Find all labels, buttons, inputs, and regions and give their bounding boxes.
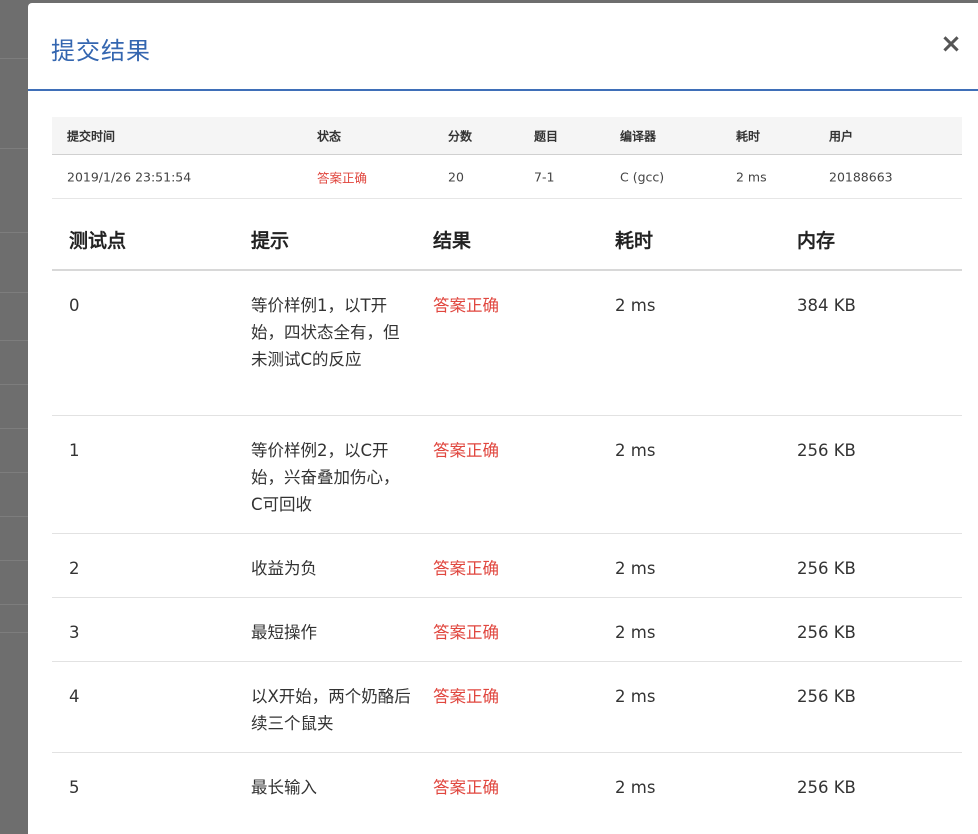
case-hint: 最长输入 [251, 778, 317, 797]
case-memory: 256 KB [797, 623, 856, 642]
case-result: 答案正确 [433, 778, 499, 797]
case-hint: 收益为负 [251, 559, 317, 578]
user-id: 20188663 [829, 169, 893, 184]
header-submit-time: 提交时间 [67, 129, 116, 143]
table-row: 4 以X开始，两个奶酪后续三个鼠夹 答案正确 2 ms 256 KB [52, 662, 962, 753]
backdrop-divider [0, 340, 28, 341]
case-hint: 等价样例1，以T开始，四状态全有，但未测试C的反应 [251, 296, 400, 369]
case-time: 2 ms [615, 296, 656, 315]
case-memory: 256 KB [797, 687, 856, 706]
case-time: 2 ms [615, 687, 656, 706]
table-row: 1 等价样例2，以C开始，兴奋叠加伤心，C可回收 答案正确 2 ms 256 K… [52, 416, 962, 534]
case-id: 2 [69, 559, 80, 578]
case-memory: 384 KB [797, 296, 856, 315]
header-hint: 提示 [251, 230, 290, 252]
close-icon: × [940, 29, 962, 59]
table-row: 2 收益为负 答案正确 2 ms 256 KB [52, 534, 962, 598]
header-result: 结果 [433, 230, 472, 252]
summary-header-row: 提交时间 状态 分数 题目 编译器 耗时 用户 [52, 117, 962, 155]
case-id: 4 [69, 687, 80, 706]
backdrop-divider [0, 58, 28, 59]
header-time: 耗时 [615, 230, 654, 252]
header-test-point: 测试点 [69, 230, 127, 252]
case-time: 2 ms [615, 623, 656, 642]
case-id: 1 [69, 441, 80, 460]
close-button[interactable]: × [936, 29, 966, 59]
case-memory: 256 KB [797, 441, 856, 460]
case-id: 0 [69, 296, 80, 315]
case-result: 答案正确 [433, 296, 499, 315]
modal-title: 提交结果 [51, 37, 151, 65]
case-time: 2 ms [615, 559, 656, 578]
backdrop-divider [0, 384, 28, 385]
case-result: 答案正确 [433, 441, 499, 460]
case-memory: 256 KB [797, 559, 856, 578]
header-problem: 题目 [534, 129, 559, 143]
header-score: 分数 [448, 129, 473, 143]
submission-result-modal: 提交结果 × 提交时间 状态 分数 题目 编译器 耗时 用户 2019/1/26… [28, 3, 978, 834]
table-row: 0 等价样例1，以T开始，四状态全有，但未测试C的反应 答案正确 2 ms 38… [52, 271, 962, 416]
case-time: 2 ms [615, 441, 656, 460]
table-row: 3 最短操作 答案正确 2 ms 256 KB [52, 598, 962, 662]
case-id: 3 [69, 623, 80, 642]
case-id: 5 [69, 778, 80, 797]
backdrop-divider [0, 292, 28, 293]
table-row: 5 最长输入 答案正确 2 ms 256 KB [52, 753, 962, 819]
duration: 2 ms [736, 169, 767, 184]
case-hint: 最短操作 [251, 623, 317, 642]
compiler: C (gcc) [620, 169, 665, 184]
test-cases-table: 测试点 提示 结果 耗时 内存 0 等价样例1，以T开始，四状态全有，但未测试C… [52, 199, 962, 819]
modal-header: 提交结果 × [28, 3, 978, 91]
case-memory: 256 KB [797, 778, 856, 797]
case-result: 答案正确 [433, 687, 499, 706]
backdrop-divider [0, 516, 28, 517]
case-time: 2 ms [615, 778, 656, 797]
header-memory: 内存 [797, 230, 836, 252]
case-hint: 以X开始，两个奶酪后续三个鼠夹 [251, 687, 411, 733]
backdrop-divider [0, 560, 28, 561]
backdrop-divider [0, 232, 28, 233]
cases-header-row: 测试点 提示 结果 耗时 内存 [52, 199, 962, 271]
backdrop-divider [0, 148, 28, 149]
problem-id: 7-1 [534, 169, 555, 184]
backdrop-divider [0, 632, 28, 633]
case-hint: 等价样例2，以C开始，兴奋叠加伤心，C可回收 [251, 441, 400, 514]
summary-row: 2019/1/26 23:51:54 答案正确 20 7-1 C (gcc) 2… [52, 155, 962, 199]
backdrop-divider [0, 428, 28, 429]
backdrop-divider [0, 472, 28, 473]
backdrop-divider [0, 604, 28, 605]
status-text: 答案正确 [317, 170, 368, 185]
header-duration: 耗时 [736, 129, 761, 143]
header-user: 用户 [829, 129, 854, 143]
header-status: 状态 [317, 129, 342, 143]
case-result: 答案正确 [433, 623, 499, 642]
header-compiler: 编译器 [620, 129, 657, 143]
submit-time: 2019/1/26 23:51:54 [67, 169, 192, 184]
submission-summary-table: 提交时间 状态 分数 题目 编译器 耗时 用户 2019/1/26 23:51:… [52, 117, 962, 199]
score: 20 [448, 169, 464, 184]
case-result: 答案正确 [433, 559, 499, 578]
